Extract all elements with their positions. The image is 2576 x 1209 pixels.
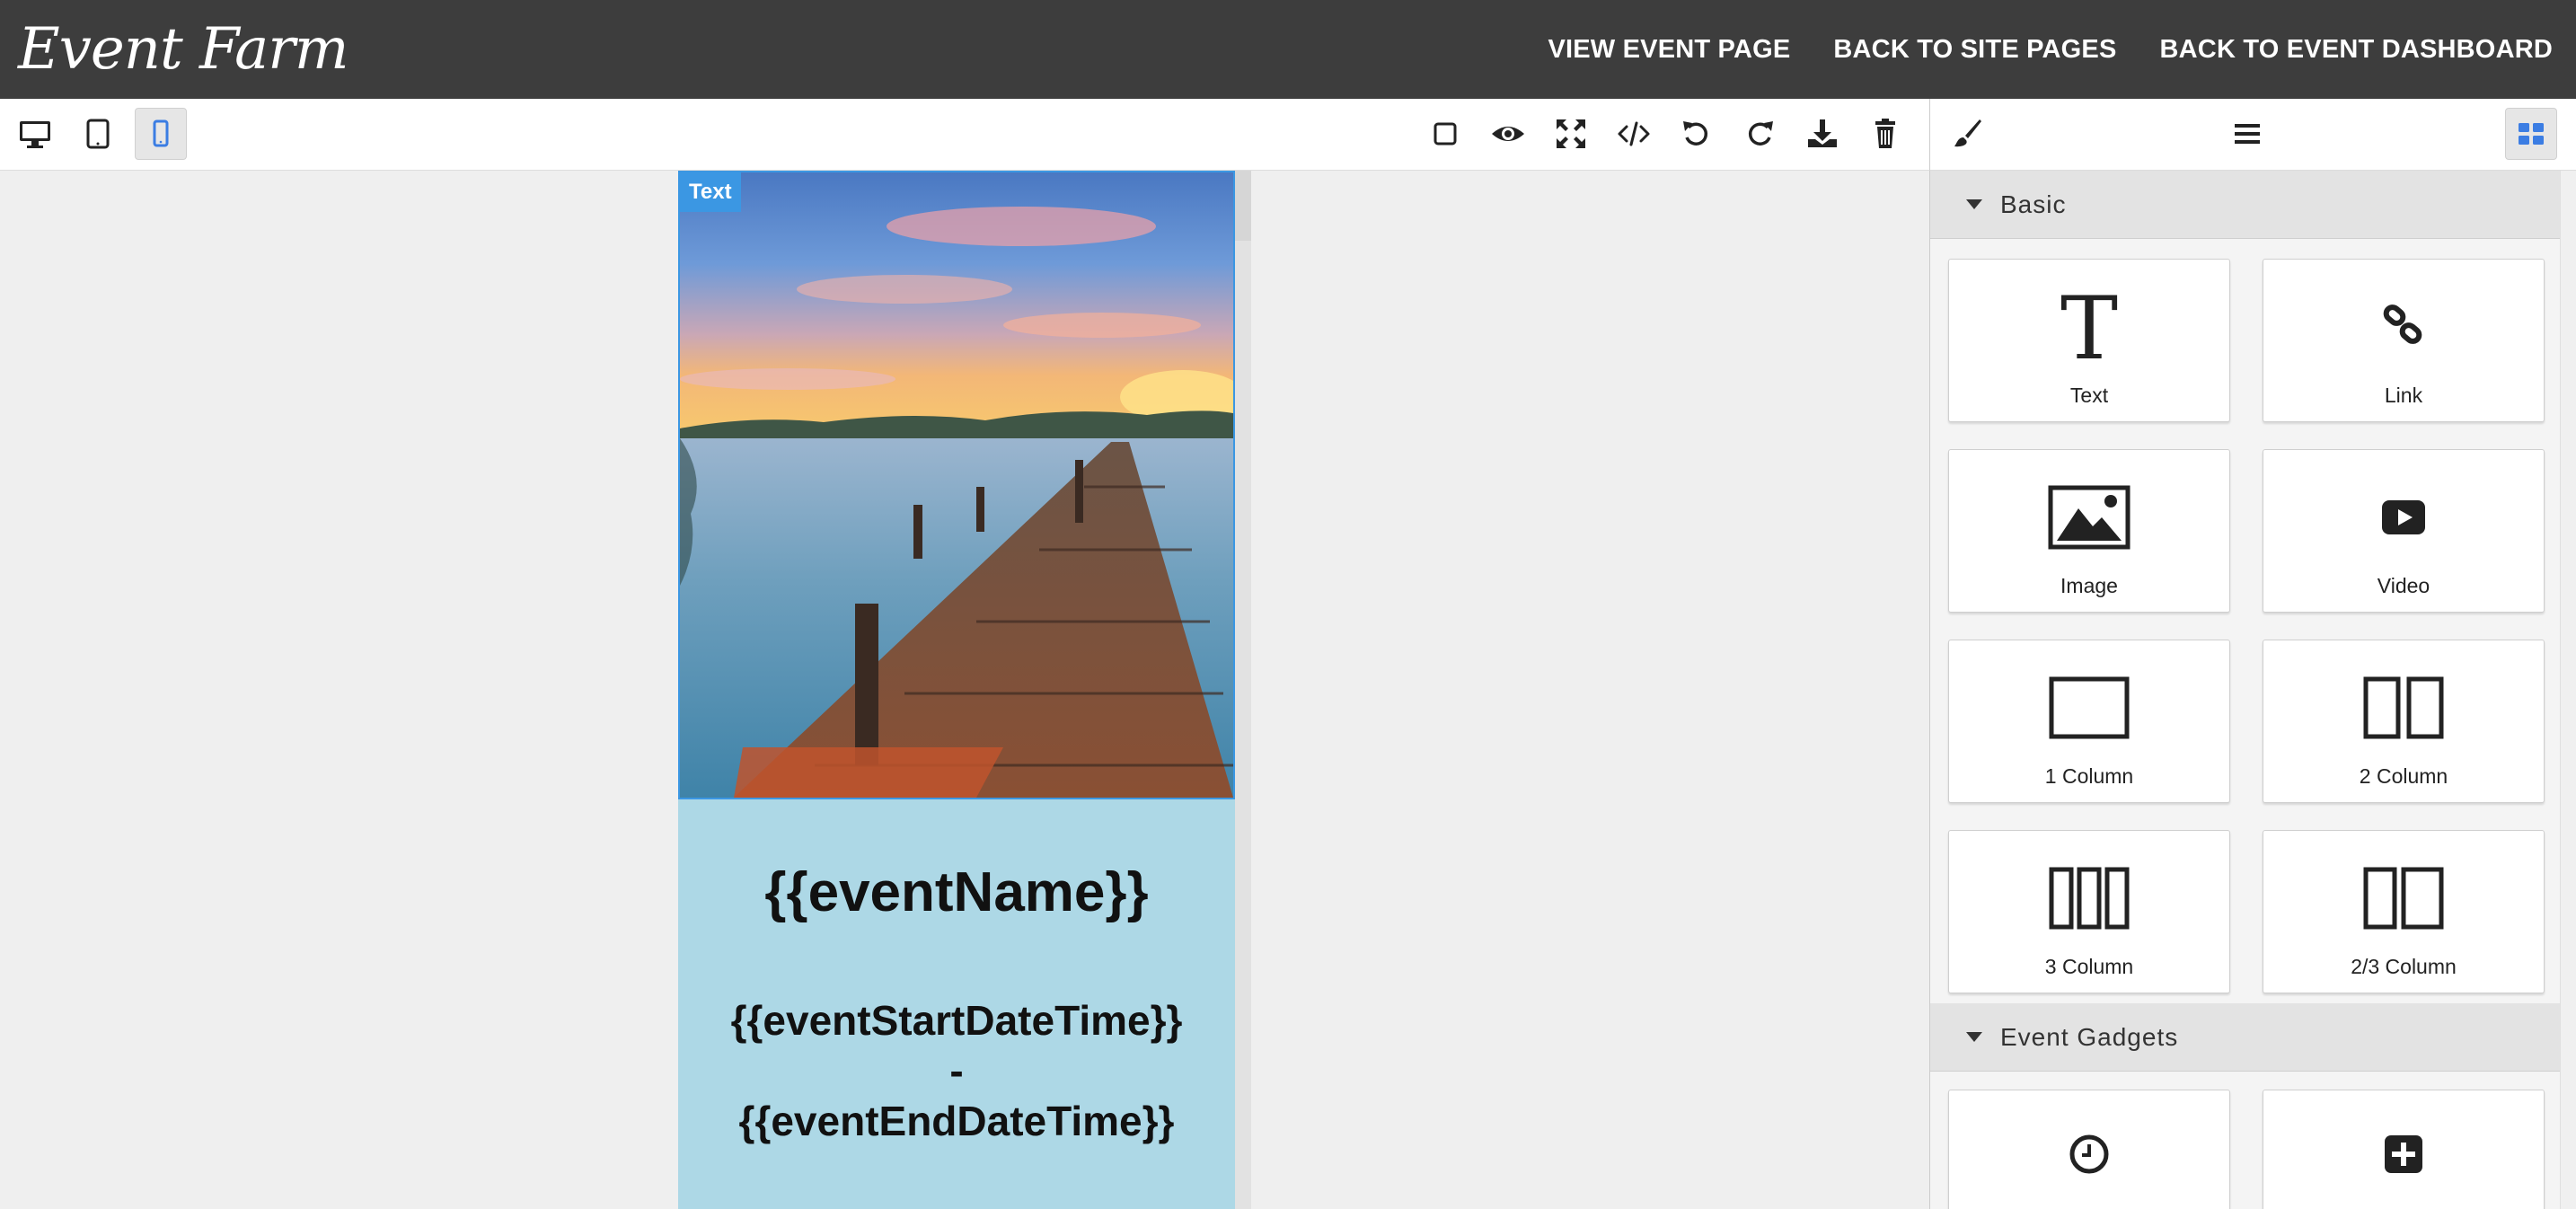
block-label: Text [2069,384,2109,407]
redo-button[interactable] [1734,108,1786,160]
clock-icon [2069,1134,2109,1174]
basic-category-header[interactable]: Basic [1930,171,2561,239]
view-event-page-link[interactable]: VIEW EVENT PAGE [1548,35,1790,65]
layer-manager-tab[interactable] [2221,108,2273,160]
desktop-view-button[interactable] [9,108,61,160]
style-manager-tab[interactable] [1941,108,1993,160]
block-2-3-column[interactable]: 2/3 Column [2263,830,2545,993]
export-button[interactable] [1796,108,1848,160]
view-code-button[interactable] [1608,108,1660,160]
top-header: Event Farm VIEW EVENT PAGE BACK TO SITE … [0,0,2576,99]
mobile-view-button[interactable] [135,108,187,160]
fullscreen-icon [1557,119,1585,148]
event-gadgets-category-label: Event Gadgets [2000,1022,2179,1051]
block-label: 1 Column [2044,764,2134,788]
clear-canvas-button[interactable] [1859,108,1911,160]
frame-scrollbar[interactable] [1235,171,1251,1209]
download-icon [1808,119,1837,147]
square-outline-icon [1434,122,1457,146]
event-date-text[interactable]: {{eventStartDateTime}} - {{eventEndDateT… [678,995,1235,1146]
blocks-tab[interactable] [2505,108,2557,160]
event-start-datetime: {{eventStartDateTime}} [730,997,1183,1044]
event-end-datetime: {{eventEndDateTime}} [738,1098,1175,1144]
mobile-icon [153,119,169,147]
block-label: Link [2384,384,2423,407]
back-to-site-pages-link[interactable]: BACK TO SITE PAGES [1833,35,2116,65]
video-icon [2382,500,2425,534]
dock-lake-image [680,172,1233,798]
event-date-separator: - [949,1047,964,1094]
show-borders-button[interactable] [1419,108,1471,160]
trash-icon [1875,119,1895,148]
tablet-view-button[interactable] [72,108,124,160]
three-column-icon [2049,867,2130,930]
top-nav: VIEW EVENT PAGE BACK TO SITE PAGES BACK … [1548,0,2553,99]
mobile-preview-frame[interactable]: Text {{eventName}} {{eventStartDateTime}… [678,171,1235,1209]
hamburger-icon [2235,124,2260,144]
editor-canvas: Text {{eventName}} {{eventStartDateTime}… [0,171,1929,1209]
blocks-panel: Basic T Text Link Image Video 1 Column 2… [1929,171,2576,1209]
back-to-event-dashboard-link[interactable]: BACK TO EVENT DASHBOARD [2160,35,2553,65]
block-add-to-calendar[interactable] [2263,1090,2545,1209]
event-gadgets-category-header[interactable]: Event Gadgets [1930,1003,2561,1072]
paintbrush-icon [1954,119,1981,147]
panel-scrollbar[interactable] [2560,171,2576,1209]
fullscreen-button[interactable] [1545,108,1597,160]
selected-component-badge: Text [680,172,741,212]
code-icon [1618,121,1650,146]
undo-button[interactable] [1671,108,1723,160]
block-video[interactable]: Video [2263,449,2545,613]
caret-down-icon [1966,199,1982,209]
undo-icon [1683,121,1708,146]
event-name-heading[interactable]: {{eventName}} [678,860,1235,924]
editor-toolbar [0,99,1929,171]
block-label: Video [2377,574,2430,597]
basic-category-label: Basic [2000,190,2067,218]
svg-text:T: T [2060,287,2118,367]
two-column-icon [2363,676,2444,739]
event-farm-logo[interactable]: Event Farm [18,9,349,90]
panel-tabs [1929,99,2576,171]
block-label: 2/3 Column [2351,955,2457,978]
block-link[interactable]: Link [2263,259,2545,422]
block-label: 3 Column [2044,955,2134,978]
block-text[interactable]: T Text [1948,259,2230,422]
preview-button[interactable] [1482,108,1534,160]
frame-scrollbar-thumb[interactable] [1235,171,1251,241]
one-column-icon [2049,676,2130,739]
desktop-icon [20,121,50,148]
block-2-column[interactable]: 2 Column [2263,640,2545,803]
link-icon [2383,304,2422,344]
two-thirds-column-icon [2363,867,2444,930]
block-1-column[interactable]: 1 Column [1948,640,2230,803]
tablet-icon [86,119,110,149]
caret-down-icon [1966,1032,1982,1042]
blocks-grid-icon [2519,123,2544,145]
text-icon: T [2060,287,2118,367]
block-label: Image [2060,574,2118,597]
block-3-column[interactable]: 3 Column [1948,830,2230,993]
image-icon [2048,485,2130,550]
block-image[interactable]: Image [1948,449,2230,613]
hero-image[interactable]: Text [678,171,1235,799]
redo-icon [1748,121,1773,146]
block-label: 2 Column [2359,764,2448,788]
eye-icon [1492,127,1524,141]
plus-square-icon [2385,1135,2422,1173]
block-countdown[interactable] [1948,1090,2230,1209]
